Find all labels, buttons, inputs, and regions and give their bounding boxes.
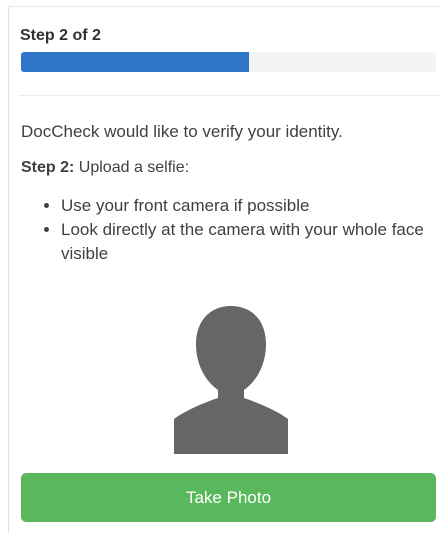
instruction-list: Use your front camera if possible Look d…	[37, 194, 441, 266]
list-item: Use your front camera if possible	[61, 194, 441, 218]
step-instruction-text: Upload a selfie:	[74, 159, 190, 176]
verification-panel: Step 2 of 2 DocCheck would like to verif…	[8, 6, 441, 533]
intro-text: DocCheck would like to verify your ident…	[21, 122, 343, 141]
take-photo-button[interactable]: Take Photo	[21, 473, 436, 522]
step-instruction: Step 2: Upload a selfie:	[21, 159, 189, 177]
progress-bar	[21, 52, 436, 72]
step-instruction-label: Step 2:	[21, 159, 75, 176]
list-item: Look directly at the camera with your wh…	[61, 218, 441, 266]
divider	[19, 95, 441, 96]
progress-bar-fill	[21, 52, 250, 72]
step-indicator: Step 2 of 2	[20, 27, 101, 44]
person-silhouette-icon	[174, 306, 288, 454]
